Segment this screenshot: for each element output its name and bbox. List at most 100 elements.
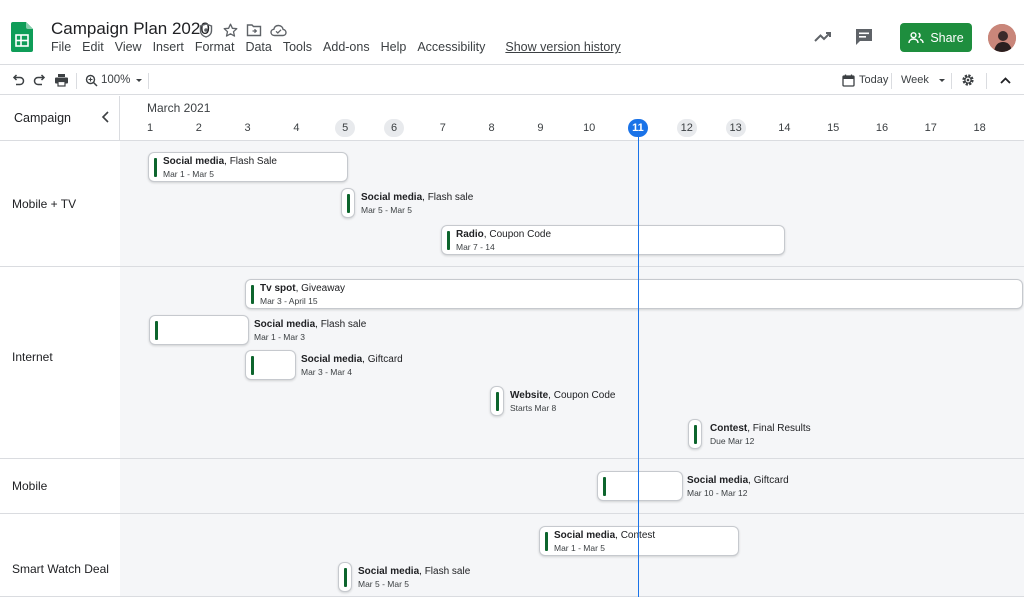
group-by-label[interactable]: Campaign bbox=[14, 111, 71, 125]
card-dates: Due Mar 12 bbox=[710, 436, 755, 446]
sheets-logo-icon[interactable] bbox=[11, 22, 33, 52]
card-text[interactable]: Social media, Giftcard Mar 3 - Mar 4 bbox=[301, 353, 403, 378]
toolbar-divider bbox=[891, 73, 892, 89]
card-color-bar bbox=[694, 425, 697, 444]
star-icon[interactable] bbox=[221, 21, 239, 39]
card-dates: Mar 3 - Mar 4 bbox=[301, 367, 353, 377]
share-button[interactable]: Share bbox=[900, 23, 972, 52]
card-name: Flash sale bbox=[427, 192, 474, 203]
card-type: Website bbox=[510, 390, 549, 401]
caret-down-icon bbox=[938, 78, 945, 82]
group-label-cell: Internet bbox=[0, 267, 120, 458]
sheets-app: Campaign Plan 2020 File Edit View Insert… bbox=[0, 0, 1024, 597]
card-text[interactable]: Social media, Flash sale Mar 1 - Mar 3 bbox=[254, 318, 366, 343]
zoom-select[interactable]: 100% bbox=[85, 71, 143, 89]
card-text[interactable]: Social media, ContestMar 1 - Mar 5 bbox=[554, 529, 655, 554]
card-text[interactable]: Social media, Flash sale Mar 5 - Mar 5 bbox=[358, 565, 470, 590]
gear-icon bbox=[962, 74, 974, 86]
group-lane bbox=[120, 459, 1024, 513]
timeline-card[interactable] bbox=[341, 188, 355, 218]
menu-insert[interactable]: Insert bbox=[153, 40, 184, 54]
menu-format[interactable]: Format bbox=[195, 40, 235, 54]
shield-icon[interactable] bbox=[197, 21, 215, 39]
group-label: Mobile + TV bbox=[12, 197, 77, 211]
menu-add-ons[interactable]: Add-ons bbox=[323, 40, 370, 54]
card-dates: Mar 7 - 14 bbox=[456, 242, 495, 252]
card-dates: Mar 5 - Mar 5 bbox=[358, 579, 410, 589]
timeline-card[interactable] bbox=[245, 279, 1023, 309]
card-dates: Mar 10 - Mar 12 bbox=[687, 488, 748, 498]
card-type: Contest bbox=[710, 423, 748, 434]
day-header: 5 bbox=[335, 119, 356, 137]
card-title: Social media, Contest bbox=[554, 529, 655, 542]
card-dates: Starts Mar 8 bbox=[510, 403, 557, 413]
card-type: Social media bbox=[687, 475, 749, 486]
comment-icon[interactable] bbox=[853, 26, 875, 48]
menu-data[interactable]: Data bbox=[245, 40, 271, 54]
day-header: 13 bbox=[725, 119, 746, 137]
menu-file[interactable]: File bbox=[51, 40, 71, 54]
calendar-icon bbox=[842, 74, 855, 87]
collapse-toolbar-button[interactable] bbox=[1000, 71, 1011, 89]
move-folder-icon[interactable] bbox=[245, 21, 263, 39]
card-text[interactable]: Social media, Flash sale Mar 5 - Mar 5 bbox=[361, 191, 473, 216]
timeline-group: Mobile + TV Social media, Flash Sale Mar 1… bbox=[0, 141, 1024, 267]
card-color-bar bbox=[447, 231, 450, 250]
timeline-card[interactable] bbox=[245, 350, 296, 380]
toolbar-divider bbox=[148, 73, 149, 89]
timeline-card[interactable] bbox=[597, 471, 683, 501]
version-history-link[interactable]: Show version history bbox=[505, 40, 620, 54]
card-text[interactable]: Social media, Giftcard Mar 10 - Mar 12 bbox=[687, 474, 789, 499]
card-title: Radio, Coupon Code bbox=[456, 228, 551, 241]
menu-accessibility[interactable]: Accessibility bbox=[417, 40, 485, 54]
card-text[interactable]: Website, Coupon Code Starts Mar 8 bbox=[510, 389, 615, 414]
chevron-left-icon[interactable] bbox=[100, 110, 112, 124]
card-title: Social media, Giftcard bbox=[687, 474, 789, 487]
redo-button[interactable] bbox=[33, 71, 47, 89]
card-dates: Mar 3 - April 15 bbox=[260, 296, 318, 306]
cloud-saved-icon[interactable] bbox=[269, 21, 287, 39]
today-button[interactable]: Today bbox=[842, 71, 888, 89]
timeline-settings-button[interactable] bbox=[961, 71, 975, 89]
print-icon bbox=[55, 74, 68, 87]
card-name: Coupon Code bbox=[489, 229, 552, 240]
timeline-view: Campaign March 2021 1 2 3 4 5 6 7 8 9 10 11 12 13 14 1… bbox=[0, 96, 1024, 597]
card-color-bar bbox=[603, 477, 606, 496]
timeline-card[interactable] bbox=[490, 386, 504, 416]
timeline-card[interactable] bbox=[149, 315, 249, 345]
menu-help[interactable]: Help bbox=[381, 40, 407, 54]
zoom-value: 100% bbox=[101, 74, 131, 86]
group-label: Smart Watch Deal bbox=[12, 562, 109, 576]
card-title: Social media, Flash sale bbox=[358, 565, 470, 578]
day-header: 14 bbox=[778, 122, 791, 134]
timeline-group: Smart Watch DealSocial media, ContestMar… bbox=[0, 514, 1024, 597]
caret-down-icon bbox=[136, 78, 143, 82]
card-name: Flash sale bbox=[424, 566, 471, 577]
print-button[interactable] bbox=[54, 71, 69, 89]
undo-button[interactable] bbox=[11, 71, 25, 89]
card-type: Social media bbox=[358, 566, 420, 577]
view-scale-select[interactable]: Week bbox=[901, 71, 946, 89]
month-label: March 2021 bbox=[147, 101, 211, 115]
day-header: 1 bbox=[146, 122, 154, 134]
card-text[interactable]: Contest, Final Results Due Mar 12 bbox=[710, 422, 811, 447]
trending-icon[interactable] bbox=[812, 26, 834, 48]
toolbar-divider bbox=[986, 73, 987, 89]
card-text[interactable]: Radio, Coupon Code Mar 7 - 14 bbox=[456, 228, 551, 253]
card-text[interactable]: Tv spot, Giveaway Mar 3 - April 15 bbox=[260, 282, 345, 307]
timeline-card[interactable] bbox=[338, 562, 352, 592]
card-dates: Mar 5 - Mar 5 bbox=[361, 205, 413, 215]
document-title[interactable]: Campaign Plan 2020 bbox=[51, 19, 210, 39]
day-header: 10 bbox=[583, 122, 596, 134]
day-header: 18 bbox=[973, 122, 986, 134]
timeline-card[interactable] bbox=[688, 419, 702, 449]
day-header: 17 bbox=[924, 122, 937, 134]
menu-edit[interactable]: Edit bbox=[82, 40, 104, 54]
card-title: Website, Coupon Code bbox=[510, 389, 615, 402]
menu-tools[interactable]: Tools bbox=[283, 40, 312, 54]
menu-view[interactable]: View bbox=[115, 40, 142, 54]
group-label: Internet bbox=[12, 350, 53, 364]
card-text[interactable]: Social media, Flash Sale Mar 1 - Mar 5 bbox=[163, 155, 277, 180]
avatar[interactable] bbox=[988, 24, 1016, 52]
day-header: 9 bbox=[537, 122, 544, 134]
